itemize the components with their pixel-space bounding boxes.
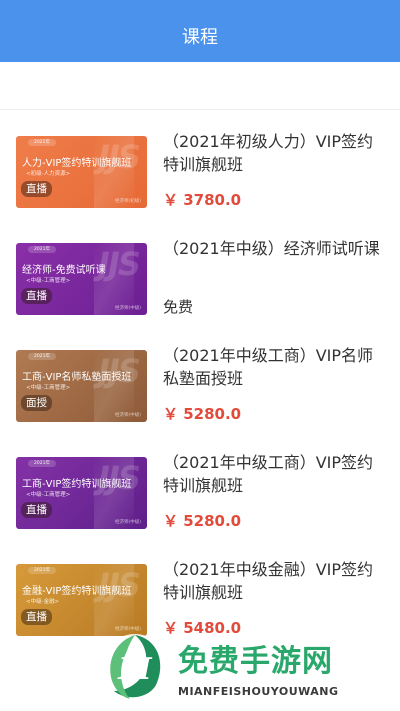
thumb-subtitle: <中级-金融> (26, 599, 60, 605)
course-item[interactable]: JJS 2021年 工商-VIP签约特训旗舰班 <中级-工商管理> 直播 经济师… (0, 431, 400, 538)
site-logo-icon: M (102, 634, 168, 700)
thumb-subtitle: <中级-工商管理> (26, 492, 71, 498)
watermark-brand-cn: 免费手游网 (178, 644, 333, 679)
course-item[interactable]: JJS 2021年 金融-VIP签约特训旗舰班 <中级-金融> 直播 经济师(中… (0, 538, 400, 645)
thumb-course-name: 金融-VIP签约特训旗舰班 (22, 586, 132, 597)
thumb-course-name: 工商-VIP签约特训旗舰班 (22, 479, 132, 490)
course-title[interactable]: （2021年中级金融）VIP签约特训旗舰班 (163, 558, 385, 604)
thumb-tag: 直播 (21, 609, 52, 625)
course-item[interactable]: JJS 2021年 经济师-免费试听课 <中级-工商管理> 直播 经济师(中级)… (0, 217, 400, 324)
thumb-course-name: 人力-VIP签约特训旗舰班 (22, 158, 132, 169)
thumb-year-badge: 2021年 (28, 139, 56, 146)
course-thumbnail[interactable]: JJS 2021年 人力-VIP签约特训旗舰班 <初级-人力资源> 直播 经济师… (16, 136, 147, 208)
course-item[interactable]: JJS 2021年 工商-VIP名师私塾面授班 <中级-工商管理> 面授 经济师… (0, 324, 400, 431)
course-title[interactable]: （2021年中级工商）VIP名师私塾面授班 (163, 344, 385, 390)
thumb-year-badge: 2021年 (28, 353, 56, 360)
thumb-year-badge: 2021年 (28, 460, 56, 467)
course-price: 免费 (163, 298, 194, 316)
page-title: 课程 (182, 27, 218, 48)
svg-text:M: M (117, 652, 152, 687)
thumb-footer: 经济师(中级) (114, 520, 141, 525)
thumb-tag: 直播 (21, 288, 52, 304)
thumb-course-name: 工商-VIP名师私塾面授班 (22, 372, 132, 383)
thumb-subtitle: <中级-工商管理> (26, 278, 71, 284)
course-price: ￥ 5280.0 (163, 405, 242, 423)
thumb-subtitle: <初级-人力资源> (26, 171, 71, 177)
course-title[interactable]: （2021年中级工商）VIP签约特训旗舰班 (163, 451, 385, 497)
thumb-footer: 经济师(中级) (114, 306, 141, 311)
thumb-tag: 直播 (21, 502, 52, 518)
thumb-course-name: 经济师-免费试听课 (22, 265, 106, 276)
filter-bar (0, 62, 400, 110)
thumb-year-badge: 2021年 (28, 246, 56, 253)
course-thumbnail[interactable]: JJS 2021年 工商-VIP名师私塾面授班 <中级-工商管理> 面授 经济师… (16, 350, 147, 422)
course-title[interactable]: （2021年中级）经济师试听课 (163, 237, 385, 260)
course-thumbnail[interactable]: JJS 2021年 经济师-免费试听课 <中级-工商管理> 直播 经济师(中级) (16, 243, 147, 315)
thumb-tag: 直播 (21, 181, 52, 197)
thumb-year-badge: 2021年 (28, 567, 56, 574)
top-app-bar: 课程 (0, 0, 400, 62)
course-price: ￥ 5480.0 (163, 619, 242, 637)
watermark-brand-en: MIANFEISHOUYOUWANG (178, 685, 339, 698)
course-list: JJS 2021年 人力-VIP签约特训旗舰班 <初级-人力资源> 直播 经济师… (0, 110, 400, 711)
thumb-subtitle: <中级-工商管理> (26, 385, 71, 391)
course-thumbnail[interactable]: JJS 2021年 金融-VIP签约特训旗舰班 <中级-金融> 直播 经济师(中… (16, 564, 147, 636)
course-title[interactable]: （2021年初级人力）VIP签约特训旗舰班 (163, 130, 385, 176)
course-price: ￥ 3780.0 (163, 191, 242, 209)
course-thumbnail[interactable]: JJS 2021年 工商-VIP签约特训旗舰班 <中级-工商管理> 直播 经济师… (16, 457, 147, 529)
thumb-footer: 经济师(初级) (114, 199, 141, 204)
thumb-footer: 经济师(中级) (114, 413, 141, 418)
course-price: ￥ 5280.0 (163, 512, 242, 530)
course-item[interactable]: JJS 2021年 人力-VIP签约特训旗舰班 <初级-人力资源> 直播 经济师… (0, 110, 400, 217)
thumb-tag: 面授 (21, 395, 52, 411)
